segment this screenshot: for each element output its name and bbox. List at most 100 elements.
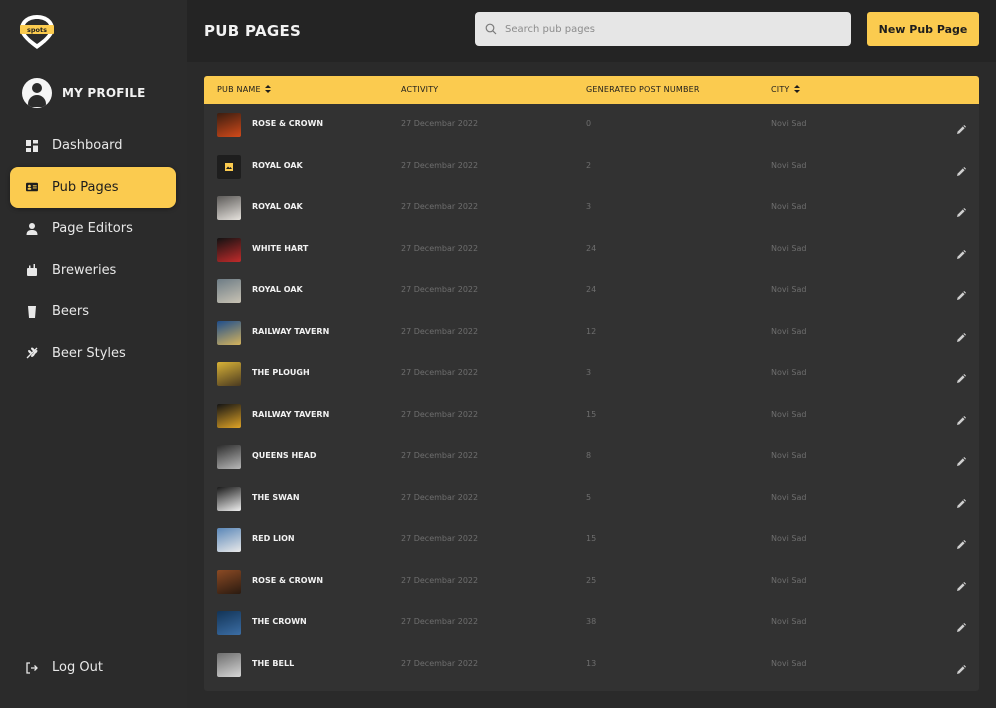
column-header-city[interactable]: CITY <box>771 85 800 94</box>
city: Novi Sad <box>771 202 807 211</box>
pub-name: ROSE & CROWN <box>252 119 324 128</box>
generated-post-number: 5 <box>586 492 592 502</box>
logout-button[interactable]: Log Out <box>26 660 103 675</box>
edit-icon[interactable] <box>956 660 966 674</box>
city: Novi Sad <box>771 285 807 294</box>
edit-icon[interactable] <box>956 328 966 342</box>
city: Novi Sad <box>771 451 807 460</box>
generated-post-number: 2 <box>586 160 592 170</box>
page-title: PUB PAGES <box>204 22 302 40</box>
edit-icon[interactable] <box>956 452 966 466</box>
pub-name: ROYAL OAK <box>252 285 303 294</box>
edit-icon[interactable] <box>956 535 966 549</box>
search-box[interactable] <box>475 12 851 46</box>
activity-date: 27 Decembar 2022 <box>401 368 479 377</box>
city: Novi Sad <box>771 368 807 377</box>
sort-icon[interactable] <box>264 85 271 94</box>
generated-post-number: 25 <box>586 575 597 585</box>
pub-thumbnail <box>217 154 241 179</box>
pub-thumbnail <box>217 652 241 677</box>
brewery-icon <box>26 264 38 277</box>
table-row[interactable]: RED LION 27 Decembar 2022 15 Novi Sad <box>204 519 979 561</box>
dashboard-icon <box>26 139 38 152</box>
sort-icon[interactable] <box>793 85 800 94</box>
sidebar-item-label: Page Editors <box>52 221 133 237</box>
table-row[interactable]: THE PLOUGH 27 Decembar 2022 3 Novi Sad <box>204 353 979 395</box>
table-row[interactable]: THE SWAN 27 Decembar 2022 5 Novi Sad <box>204 478 979 520</box>
table-row[interactable]: ROSE & CROWN 27 Decembar 2022 0 Novi Sad <box>204 104 979 146</box>
city: Novi Sad <box>771 617 807 626</box>
pub-name: RAILWAY TAVERN <box>252 409 330 419</box>
table-row[interactable]: QUEENS HEAD 27 Decembar 2022 8 Novi Sad <box>204 436 979 478</box>
profile-label: MY PROFILE <box>62 86 146 100</box>
table-row[interactable]: ROYAL OAK 27 Decembar 2022 24 Novi Sad <box>204 270 979 312</box>
sidebar-item-beers[interactable]: Beers <box>10 291 176 333</box>
sidebar-item-dashboard[interactable]: Dashboard <box>10 125 176 167</box>
edit-icon[interactable] <box>956 618 966 632</box>
city: Novi Sad <box>771 243 807 253</box>
activity-date: 27 Decembar 2022 <box>401 160 479 170</box>
city: Novi Sad <box>771 409 807 419</box>
city: Novi Sad <box>771 160 807 170</box>
new-pub-page-button[interactable]: New Pub Page <box>867 12 979 46</box>
search-input[interactable] <box>505 23 835 35</box>
activity-date: 27 Decembar 2022 <box>401 658 479 668</box>
pub-name: THE PLOUGH <box>252 368 310 377</box>
activity-date: 27 Decembar 2022 <box>401 492 479 502</box>
sidebar-item-beer-styles[interactable]: Beer Styles <box>10 333 176 375</box>
table-row[interactable]: RAILWAY TAVERN 27 Decembar 2022 12 Novi Sad <box>204 312 979 354</box>
generated-post-number: 8 <box>586 451 592 460</box>
pub-thumbnail <box>217 611 241 635</box>
sidebar-item-page-editors[interactable]: Page Editors <box>10 208 176 250</box>
sidebar-item-label: Beers <box>52 304 90 320</box>
activity-date: 27 Decembar 2022 <box>401 617 479 626</box>
city: Novi Sad <box>771 534 807 543</box>
edit-icon[interactable] <box>956 203 966 217</box>
activity-date: 27 Decembar 2022 <box>401 119 479 128</box>
table-row[interactable]: ROSE & CROWN 27 Decembar 2022 25 Novi Sad <box>204 561 979 603</box>
sidebar-item-label: Beer Styles <box>52 345 126 361</box>
table-row[interactable]: ROYAL OAK 27 Decembar 2022 3 Novi Sad <box>204 187 979 229</box>
table-body: ROSE & CROWN 27 Decembar 2022 0 Novi Sad ROY… <box>204 104 979 685</box>
hop-icon <box>26 347 38 359</box>
activity-date: 27 Decembar 2022 <box>401 243 479 253</box>
pub-thumbnail <box>217 569 241 594</box>
sidebar-item-breweries[interactable]: Breweries <box>10 250 176 292</box>
table-row[interactable]: ROYAL OAK 27 Decembar 2022 2 Novi Sad <box>204 146 979 188</box>
pub-thumbnail <box>217 113 241 137</box>
edit-icon[interactable] <box>956 245 966 259</box>
generated-post-number: 15 <box>586 534 597 543</box>
pub-pages-table: PUB NAME ACTIVITY GENERATED POST NUMBER … <box>204 76 979 691</box>
edit-icon[interactable] <box>956 120 966 134</box>
user-icon <box>26 222 38 235</box>
app-logo[interactable]: spots <box>18 14 56 50</box>
pub-name: QUEENS HEAD <box>252 451 317 460</box>
profile-link[interactable]: MY PROFILE <box>22 78 146 108</box>
edit-icon[interactable] <box>956 162 966 176</box>
edit-icon[interactable] <box>956 411 966 425</box>
edit-icon[interactable] <box>956 286 966 300</box>
pub-thumbnail <box>217 237 241 262</box>
generated-post-number: 3 <box>586 202 592 211</box>
avatar <box>22 78 52 108</box>
column-header-pub-name[interactable]: PUB NAME <box>217 85 271 94</box>
table-row[interactable]: RAILWAY TAVERN 27 Decembar 2022 15 Novi Sad <box>204 395 979 437</box>
edit-icon[interactable] <box>956 577 966 591</box>
pub-thumbnail <box>217 279 241 303</box>
table-row[interactable]: WHITE HART 27 Decembar 2022 24 Novi Sad <box>204 229 979 271</box>
edit-icon[interactable] <box>956 369 966 383</box>
activity-date: 27 Decembar 2022 <box>401 202 479 211</box>
sidebar-nav: Dashboard Pub Pages Page Editors Breweri… <box>10 125 176 374</box>
generated-post-number: 13 <box>586 658 597 668</box>
sidebar-item-pub-pages[interactable]: Pub Pages <box>10 166 176 208</box>
pub-name: WHITE HART <box>252 243 309 253</box>
pub-thumbnail <box>217 196 241 220</box>
table-header: PUB NAME ACTIVITY GENERATED POST NUMBER … <box>204 76 979 104</box>
table-row[interactable]: THE BELL 27 Decembar 2022 13 Novi Sad <box>204 644 979 686</box>
pub-name: THE BELL <box>252 658 295 668</box>
edit-icon[interactable] <box>956 494 966 508</box>
sidebar: spots MY PROFILE Dashboard Pub Pages Pag… <box>0 0 187 708</box>
generated-post-number: 24 <box>586 285 597 294</box>
table-row[interactable]: THE CROWN 27 Decembar 2022 38 Novi Sad <box>204 602 979 644</box>
generated-post-number: 12 <box>586 326 597 336</box>
